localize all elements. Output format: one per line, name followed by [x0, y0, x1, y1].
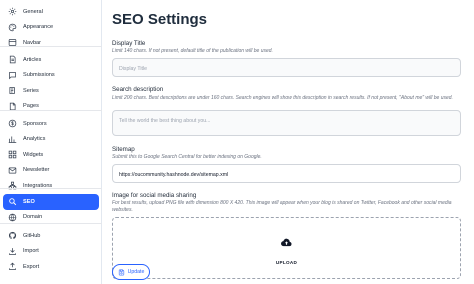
search-description-label: Search description — [112, 86, 164, 93]
integrations-icon — [7, 181, 17, 191]
sidebar-item-analytics[interactable]: Analytics — [3, 132, 99, 148]
widgets-icon — [7, 150, 17, 160]
social-image-help: For best results, upload PNG file with d… — [112, 200, 452, 213]
sidebar-item-appearance[interactable]: Appearance — [3, 20, 99, 36]
cloud-upload-icon — [281, 238, 292, 247]
sidebar-item-import[interactable]: Import — [3, 244, 99, 260]
sidebar-item-label: Navbar — [23, 39, 42, 46]
sidebar-group: GitHub Import Export — [3, 228, 99, 275]
sitemap-label: Sitemap — [112, 146, 135, 153]
sidebar-item-label: GitHub — [23, 232, 41, 239]
submissions-icon — [7, 70, 17, 80]
import-icon — [7, 246, 17, 256]
sidebar-item-widgets[interactable]: Widgets — [3, 147, 99, 163]
sidebar-divider — [0, 46, 102, 47]
social-image-upload-area[interactable]: UPLOAD — [112, 217, 461, 279]
sidebar-item-series[interactable]: Series — [3, 83, 99, 99]
sidebar-group: General Appearance Navbar — [3, 4, 99, 51]
sidebar-item-label: Articles — [23, 56, 42, 63]
sidebar-item-label: Pages — [23, 103, 39, 110]
seo-settings-panel: SEO Settings Display Title Limit 140 cha… — [103, 0, 474, 284]
update-button[interactable]: Update — [112, 264, 150, 280]
analytics-icon — [7, 134, 17, 144]
page-title: SEO Settings — [112, 11, 208, 28]
sitemap-url-field[interactable]: https://oucommunity.hashnode.dev/sitemap… — [112, 164, 461, 183]
sidebar-divider — [0, 223, 102, 224]
globe-icon — [7, 212, 17, 222]
newsletter-icon — [7, 165, 17, 175]
upload-label: UPLOAD — [275, 260, 298, 265]
display-title-help: Limit 140 chars. If not present, default… — [112, 48, 273, 54]
sitemap-help: Submit this to Google Search Central for… — [112, 154, 262, 160]
settings-sidebar: General Appearance Navbar Articles Submissio… — [0, 0, 102, 284]
sidebar-item-navbar[interactable]: Navbar — [3, 35, 99, 51]
sidebar-item-label: General — [23, 8, 43, 15]
github-icon — [7, 231, 17, 241]
sidebar-item-label: Domain — [23, 214, 43, 221]
sidebar-item-label: SEO — [23, 198, 35, 205]
save-icon — [118, 269, 124, 275]
sponsor-icon — [7, 119, 17, 129]
sidebar-item-pages[interactable]: Pages — [3, 99, 99, 115]
sidebar-item-label: Sponsors — [23, 120, 47, 127]
sidebar-item-label: Newsletter — [23, 167, 50, 174]
export-icon — [7, 262, 17, 272]
sidebar-item-github[interactable]: GitHub — [3, 228, 99, 244]
display-title-label: Display Title — [112, 40, 146, 47]
sidebar-item-sponsors[interactable]: Sponsors — [3, 116, 99, 132]
sidebar-divider — [0, 110, 102, 111]
sidebar-item-label: Export — [23, 263, 40, 270]
sidebar-item-export[interactable]: Export — [3, 259, 99, 275]
sidebar-item-general[interactable]: General — [3, 4, 99, 20]
sidebar-group: Sponsors Analytics Widgets Newsletter Integr… — [3, 116, 99, 194]
search-description-input[interactable]: Tell the world the best thing about you.… — [112, 110, 461, 136]
sidebar-divider — [0, 188, 102, 189]
sidebar-item-label: Import — [23, 248, 39, 255]
sidebar-item-label: Submissions — [23, 72, 55, 79]
palette-icon — [7, 22, 17, 32]
series-icon — [7, 86, 17, 96]
update-button-label: Update — [127, 269, 145, 275]
sidebar-item-submissions[interactable]: Submissions — [3, 68, 99, 84]
gear-icon — [7, 7, 17, 17]
sidebar-item-label: Series — [23, 87, 39, 94]
social-image-label: Image for social media sharing — [112, 192, 197, 199]
sidebar-item-seo[interactable]: SEO — [3, 194, 99, 210]
sidebar-item-integrations[interactable]: Integrations — [3, 178, 99, 194]
sidebar-group: Articles Submissions Series Pages — [3, 52, 99, 114]
sidebar-group: SEO Domain — [3, 194, 99, 225]
search-description-help: Limit 200 chars. Best descriptions are u… — [112, 95, 453, 101]
sidebar-item-articles[interactable]: Articles — [3, 52, 99, 68]
seo-icon — [7, 197, 17, 207]
sidebar-item-newsletter[interactable]: Newsletter — [3, 163, 99, 179]
display-title-input[interactable]: Display Title — [112, 58, 461, 77]
sidebar-item-label: Widgets — [23, 151, 44, 158]
article-icon — [7, 55, 17, 65]
sidebar-item-label: Appearance — [23, 24, 54, 31]
sidebar-item-label: Analytics — [23, 136, 46, 143]
